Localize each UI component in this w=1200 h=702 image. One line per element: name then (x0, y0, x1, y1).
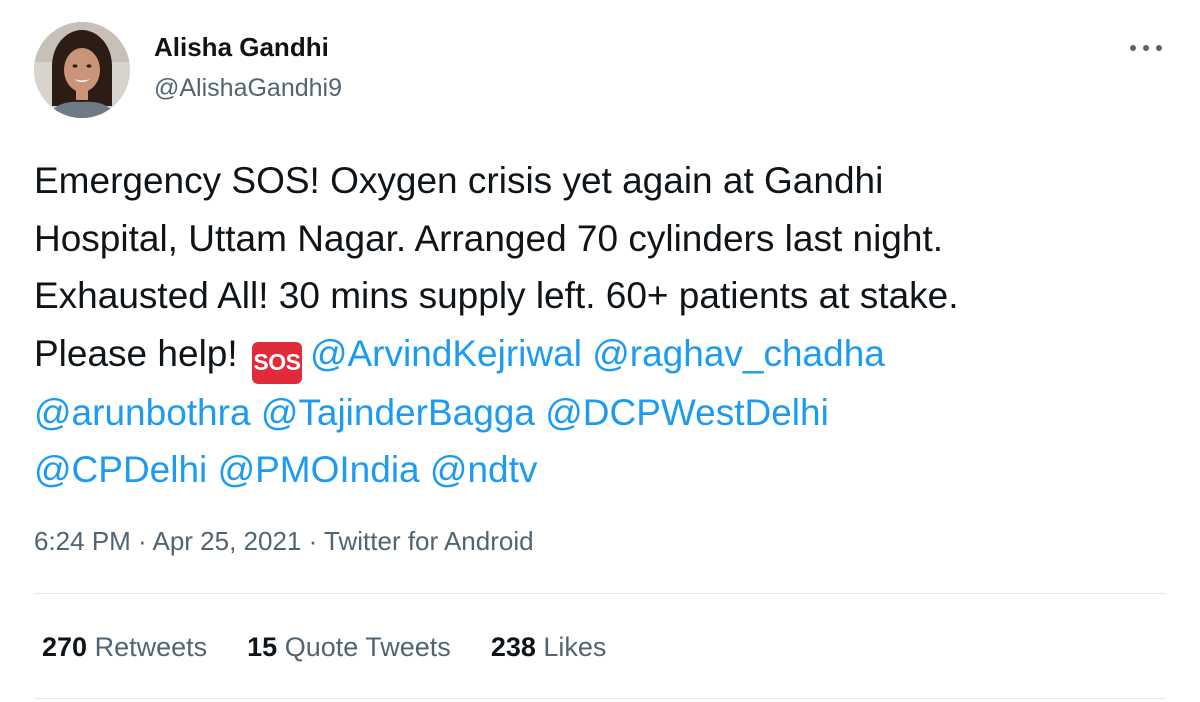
more-horizontal-icon (1130, 45, 1162, 51)
mention-link[interactable]: @PMOIndia (218, 449, 420, 490)
quote-tweets-count: 15 (247, 632, 278, 662)
mention-link[interactable]: @raghav_chadha (592, 333, 885, 374)
likes-label: Likes (543, 632, 607, 662)
tweet-line: Exhausted All! 30 mins supply left. 60+ … (34, 267, 1174, 325)
tweet-line: @CPDelhi @PMOIndia @ndtv (34, 441, 1174, 499)
divider (34, 698, 1166, 699)
tweet-line: Please help! SOS @ArvindKejriwal @raghav_… (34, 325, 1174, 384)
tweet-text-segment (420, 449, 430, 490)
likes-count: 238 (490, 632, 536, 662)
engagement-stats: 270 Retweets 15 Quote Tweets 238 Likes (42, 632, 646, 663)
tweet-text-segment: Hospital, Uttam Nagar. Arranged 70 cylin… (34, 217, 944, 259)
mention-link[interactable]: @DCPWestDelhi (545, 392, 829, 433)
likes-stat[interactable]: 238 Likes (491, 632, 607, 663)
meta-separator: · (301, 526, 325, 556)
avatar-image (34, 22, 130, 118)
author-handle[interactable]: @AlishaGandhi9 (154, 74, 342, 103)
tweet-line: @arunbothra @TajinderBagga @DCPWestDelhi (34, 384, 1174, 442)
author-name[interactable]: Alisha Gandhi (154, 32, 329, 63)
avatar[interactable] (34, 22, 130, 118)
tweet-date[interactable]: Apr 25, 2021 (153, 526, 302, 556)
tweet-text-segment: Emergency SOS! Oxygen crisis yet again a… (34, 160, 884, 201)
mention-link[interactable]: @arunbothra (34, 392, 251, 433)
more-options-button[interactable] (1124, 30, 1168, 66)
divider (34, 593, 1166, 594)
tweet-text-segment: Please help! (34, 332, 248, 374)
tweet-time[interactable]: 6:24 PM (34, 526, 131, 556)
retweets-label: Retweets (94, 632, 208, 662)
tweet-source[interactable]: Twitter for Android (324, 526, 534, 556)
tweet-line: Hospital, Uttam Nagar. Arranged 70 cylin… (34, 210, 1174, 268)
meta-separator: · (130, 526, 153, 556)
mention-link[interactable]: @ndtv (430, 449, 538, 490)
retweets-count: 270 (42, 632, 88, 662)
mention-link[interactable]: @TajinderBagga (261, 392, 535, 433)
sos-emoji-icon: SOS (251, 341, 302, 384)
tweet-card: Alisha Gandhi @AlishaGandhi9 Emergency S… (0, 0, 1200, 702)
tweet-text-segment (251, 392, 261, 433)
tweet-meta: 6:24 PM · Apr 25, 2021 · Twitter for And… (34, 526, 534, 557)
mention-link[interactable]: @CPDelhi (34, 449, 207, 490)
tweet-text-segment (207, 449, 217, 490)
mention-link[interactable]: @ArvindKejriwal (310, 333, 582, 374)
quote-tweets-stat[interactable]: 15 Quote Tweets (247, 632, 451, 663)
tweet-text-segment: Exhausted All! 30 mins supply left. 60+ … (34, 275, 959, 317)
retweets-stat[interactable]: 270 Retweets (42, 632, 207, 663)
tweet-text: Emergency SOS! Oxygen crisis yet again a… (34, 152, 1174, 499)
tweet-text-segment (535, 392, 545, 433)
tweet-text-segment (582, 333, 592, 374)
quote-tweets-label: Quote Tweets (284, 632, 451, 662)
tweet-line: Emergency SOS! Oxygen crisis yet again a… (34, 152, 1174, 210)
